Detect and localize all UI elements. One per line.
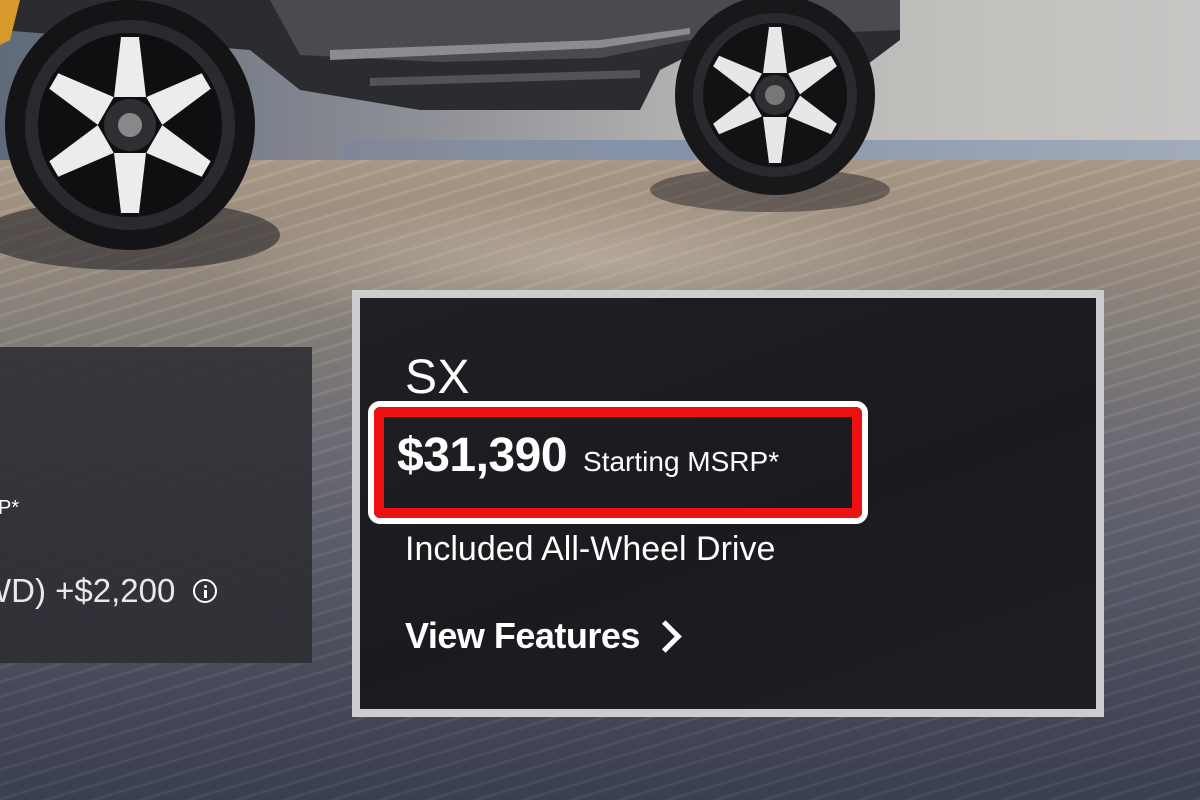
view-features-label: View Features [405,615,640,656]
view-features-link[interactable]: View Features [405,615,682,657]
price-row: $31,390 Starting MSRP* [397,428,779,483]
adjacent-msrp-suffix: P* [0,497,20,519]
vehicle-trim-page: P* WD) +$2,200 SX $31,390 Starting MSRP*… [0,0,1200,800]
trim-name: SX [405,351,471,404]
adjacent-awd-option: WD) +$2,200 [0,572,218,610]
starting-msrp-label: Starting MSRP* [583,446,780,477]
starting-price: $31,390 [397,429,568,482]
drive-type-text: Included All-Wheel Drive [405,530,776,568]
front-wheel [5,0,255,250]
rear-wheel [675,0,875,195]
vehicle-image [0,0,900,270]
trim-card-sx[interactable]: SX $31,390 Starting MSRP* Included All-W… [352,290,1104,717]
adjacent-awd-price: WD) +$2,200 [0,572,176,609]
chevron-right-icon [649,619,682,653]
adjacent-trim-card: P* WD) +$2,200 [0,347,312,663]
info-icon[interactable] [193,579,218,603]
